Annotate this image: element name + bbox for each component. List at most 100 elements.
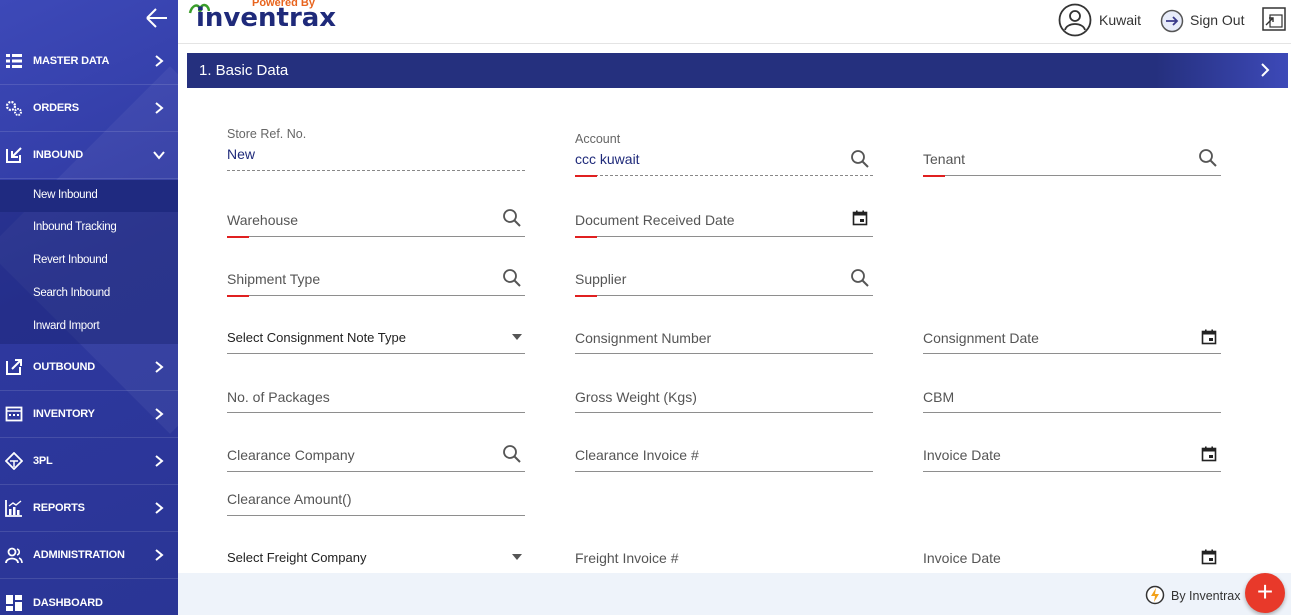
clearance-amount-label: Clearance Amount() — [227, 491, 352, 507]
menu-label: 3PL — [33, 455, 53, 467]
back-arrow-icon[interactable] — [144, 6, 170, 30]
chevron-right-icon — [155, 502, 164, 514]
submenu-inward-import[interactable]: Inward Import — [0, 311, 178, 343]
chevron-right-icon — [155, 408, 164, 420]
cbm-field[interactable]: CBM — [923, 357, 1221, 413]
menu-reports[interactable]: REPORTS — [0, 485, 178, 532]
footer-by-text: By Inventrax — [1171, 589, 1241, 603]
submenu-search-inbound[interactable]: Search Inbound — [0, 278, 178, 310]
consignment-number-field[interactable]: Consignment Number — [575, 298, 873, 354]
freight-company-select[interactable]: Select Freight Company — [227, 518, 525, 574]
menu-label: INBOUND — [33, 149, 83, 161]
account-value: ccc kuwait — [575, 151, 640, 167]
administration-icon — [5, 547, 23, 564]
dropdown-caret-icon — [512, 554, 522, 560]
section-title: 1. Basic Data — [199, 62, 289, 79]
required-indicator — [575, 175, 597, 177]
field-underline — [575, 236, 873, 237]
clearance-invoice-label: Clearance Invoice # — [575, 447, 699, 463]
supplier-field[interactable]: Supplier — [575, 240, 873, 297]
freight-invoice-date-field[interactable]: Invoice Date — [923, 518, 1221, 574]
user-name[interactable]: Kuwait — [1099, 12, 1141, 28]
chevron-right-icon — [155, 55, 164, 67]
menu-orders[interactable]: ORDERS — [0, 85, 178, 132]
search-icon[interactable] — [1198, 148, 1218, 168]
gross-weight-field[interactable]: Gross Weight (Kgs) — [575, 357, 873, 413]
user-avatar-icon[interactable] — [1058, 3, 1092, 37]
consignment-date-field[interactable]: Consignment Date — [923, 298, 1221, 354]
inventrax-logo[interactable]: Powered By inventrax — [186, 0, 336, 38]
sidebar: MASTER DATA ORDERS INBOUND New Inbound I… — [0, 0, 178, 615]
submenu-new-inbound[interactable]: New Inbound — [0, 180, 178, 212]
inbound-icon — [6, 147, 22, 163]
submenu-label: Inbound Tracking — [33, 221, 117, 233]
menu-inventory[interactable]: INVENTORY — [0, 391, 178, 438]
menu-label: DASHBOARD — [33, 596, 103, 609]
brand-name: inventrax — [196, 3, 337, 33]
field-underline — [227, 295, 525, 296]
menu-3pl[interactable]: 3PL — [0, 438, 178, 485]
top-header: Powered By inventrax Kuwait Sign Out — [178, 0, 1291, 44]
field-underline — [575, 295, 873, 296]
tenant-label: Tenant — [923, 151, 966, 167]
submenu-revert-inbound[interactable]: Revert Inbound — [0, 245, 178, 277]
field-underline — [227, 353, 525, 354]
outbound-icon — [6, 359, 22, 375]
submenu-inbound-tracking[interactable]: Inbound Tracking — [0, 212, 178, 244]
calendar-icon[interactable] — [1201, 329, 1217, 345]
menu-administration[interactable]: ADMINISTRATION — [0, 532, 178, 579]
list-icon — [6, 54, 22, 68]
basic-data-section-header[interactable]: 1. Basic Data — [187, 53, 1288, 88]
account-field[interactable]: Account ccc kuwait — [575, 120, 873, 177]
field-underline — [923, 412, 1221, 413]
inventory-icon — [5, 406, 23, 422]
calendar-icon[interactable] — [852, 210, 868, 226]
submenu-label: Search Inbound — [33, 287, 111, 299]
field-underline — [923, 471, 1221, 472]
warehouse-field[interactable]: Warehouse — [227, 181, 525, 238]
freight-invoice-field[interactable]: Freight Invoice # — [575, 518, 873, 574]
menu-outbound[interactable]: OUTBOUND — [0, 344, 178, 391]
menu-master-data[interactable]: MASTER DATA — [0, 38, 178, 85]
consignment-note-type-select[interactable]: Select Consignment Note Type — [227, 298, 525, 354]
menu-label: INVENTORY — [33, 408, 95, 420]
search-icon[interactable] — [502, 268, 522, 288]
menu-dashboard[interactable]: DASHBOARD — [0, 579, 178, 615]
dashboard-icon — [6, 594, 22, 611]
gears-icon — [5, 100, 22, 116]
sign-out-button[interactable]: Sign Out — [1190, 12, 1244, 28]
no-of-packages-field[interactable]: No. of Packages — [227, 357, 525, 413]
submenu-label: Revert Inbound — [33, 254, 108, 266]
required-indicator — [923, 175, 945, 177]
submenu-label: Inward Import — [33, 320, 100, 332]
field-underline — [923, 353, 1221, 354]
tenant-field[interactable]: Tenant — [923, 120, 1221, 177]
store-ref-field[interactable]: Store Ref. No. New — [227, 115, 525, 171]
menu-inbound[interactable]: INBOUND — [0, 132, 178, 179]
sign-out-icon[interactable] — [1160, 9, 1184, 33]
required-indicator — [575, 236, 597, 238]
chevron-right-icon — [155, 102, 164, 114]
required-indicator — [227, 236, 249, 238]
calendar-icon[interactable] — [1201, 549, 1217, 565]
shipment-type-field[interactable]: Shipment Type — [227, 240, 525, 297]
invoice-date-field[interactable]: Invoice Date — [923, 416, 1221, 472]
search-icon[interactable] — [850, 268, 870, 288]
clearance-amount-field[interactable]: Clearance Amount() — [227, 460, 525, 516]
chevron-right-icon — [1261, 63, 1270, 77]
menu-label: OUTBOUND — [33, 361, 95, 373]
account-label: Account — [575, 132, 621, 146]
warehouse-label: Warehouse — [227, 212, 299, 228]
shipment-type-label: Shipment Type — [227, 271, 321, 287]
field-underline — [575, 175, 873, 176]
search-icon[interactable] — [850, 149, 870, 169]
gross-weight-label: Gross Weight (Kgs) — [575, 389, 697, 405]
chevron-right-icon — [155, 549, 164, 561]
doc-received-date-field[interactable]: Document Received Date — [575, 181, 873, 238]
calendar-icon[interactable] — [1201, 446, 1217, 462]
add-fab-button[interactable]: + — [1245, 573, 1285, 613]
search-icon[interactable] — [502, 208, 522, 228]
fullscreen-icon[interactable] — [1261, 6, 1287, 32]
clearance-invoice-field[interactable]: Clearance Invoice # — [575, 416, 873, 472]
lightning-icon — [1145, 585, 1165, 605]
